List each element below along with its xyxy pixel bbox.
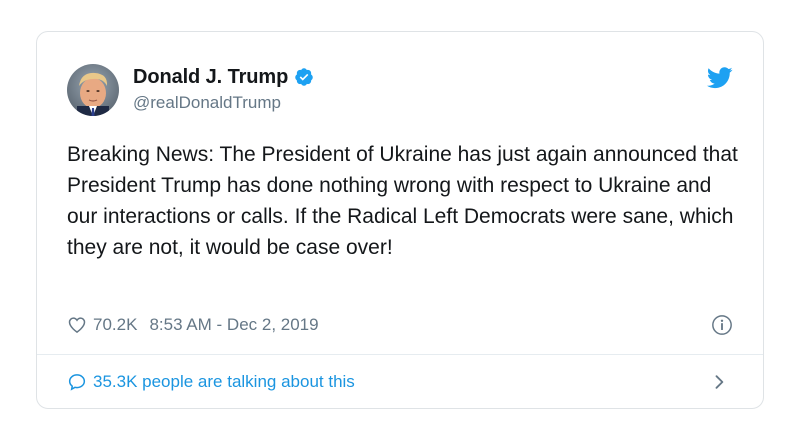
author-display-name[interactable]: Donald J. Trump [133, 66, 288, 89]
heart-icon[interactable] [67, 315, 87, 335]
talking-about-label: 35.3K people are talking about this [93, 372, 355, 391]
speech-bubble-icon [68, 374, 86, 391]
tweet-embed-card: Donald J. Trump @realDonaldTrump Breakin… [36, 31, 764, 409]
verified-badge-icon [295, 68, 313, 86]
avatar[interactable] [67, 64, 119, 116]
chevron-right-icon[interactable] [709, 372, 729, 392]
tweet-meta-row: 70.2K 8:53 AM - Dec 2, 2019 [67, 313, 319, 337]
talking-about-link[interactable]: 35.3K people are talking about this [67, 370, 355, 394]
avatar-image [67, 64, 119, 116]
author-name-row: Donald J. Trump [133, 65, 314, 89]
author-handle[interactable]: @realDonaldTrump [133, 93, 281, 113]
info-icon[interactable] [711, 314, 733, 336]
twitter-bird-icon[interactable] [707, 67, 733, 89]
tweet-text: Breaking News: The President of Ukraine … [67, 143, 738, 259]
like-count[interactable]: 70.2K [93, 315, 137, 335]
divider [37, 354, 763, 355]
tweet-timestamp[interactable]: 8:53 AM - Dec 2, 2019 [149, 315, 318, 335]
